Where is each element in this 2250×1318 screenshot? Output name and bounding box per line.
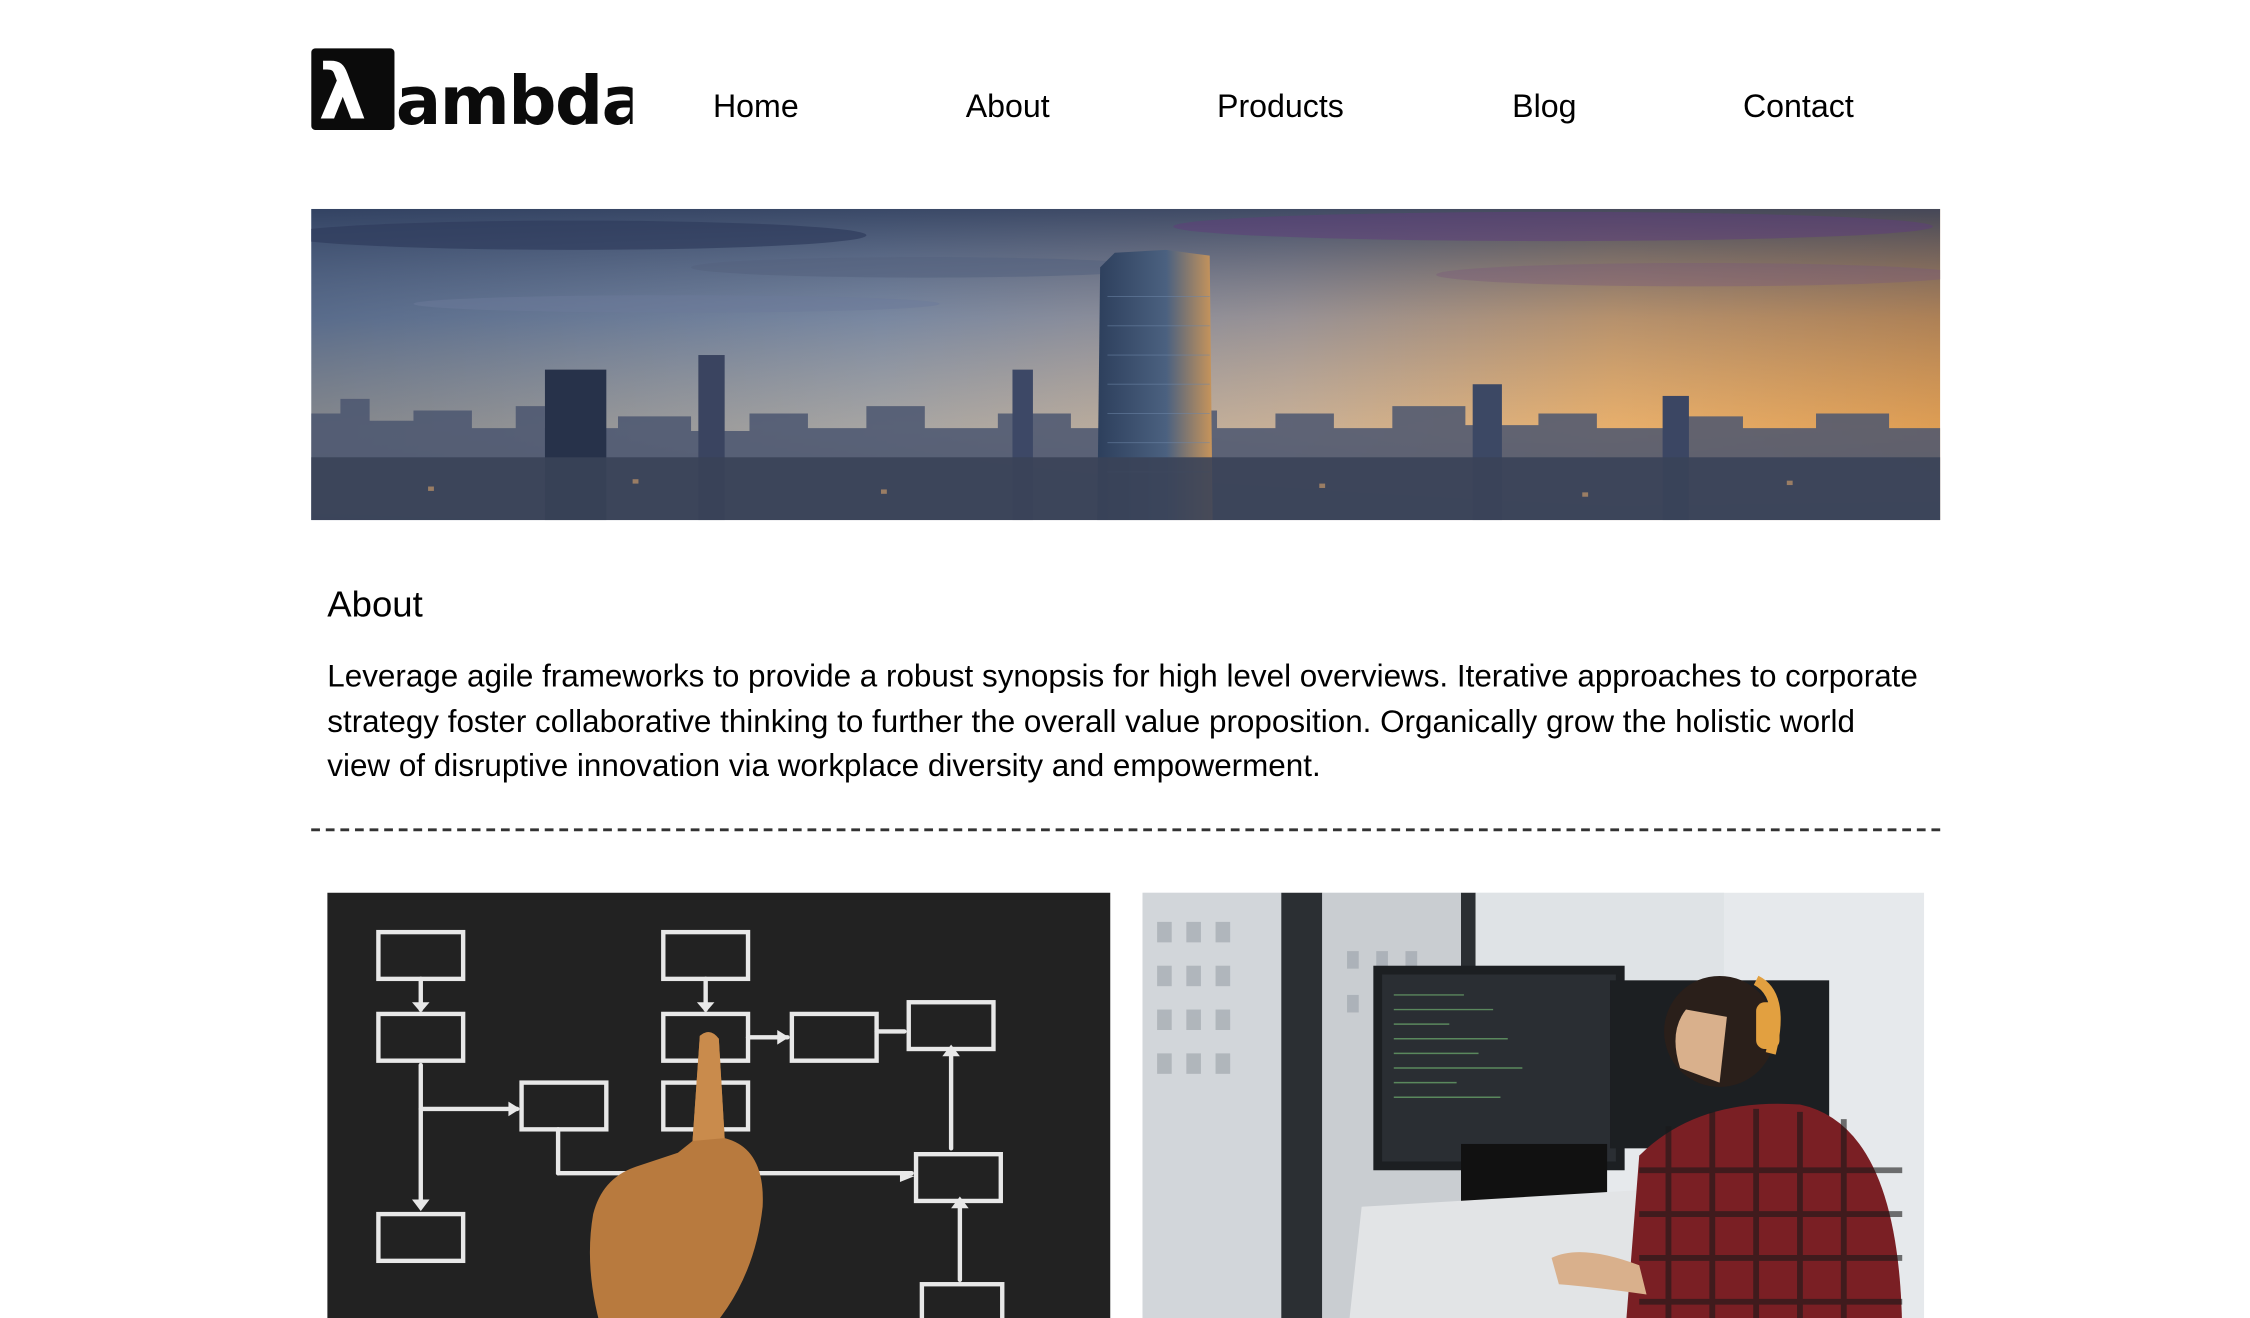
section-divider	[311, 828, 1941, 832]
nav-blog-link[interactable]: Blog	[1512, 88, 1576, 126]
about-heading: About	[327, 584, 423, 626]
nav-home-link[interactable]: Home	[713, 88, 799, 126]
main-nav: Home About Products Blog Contact	[0, 88, 2250, 135]
nav-products-link[interactable]: Products	[1217, 88, 1344, 126]
hero-image	[311, 208, 1941, 521]
page: λ ambda Home About Products Blog Contact	[0, 0, 2250, 1318]
nav-contact-link[interactable]: Contact	[1743, 88, 1854, 126]
nav-about-link[interactable]: About	[966, 88, 1050, 126]
flowchart-image	[327, 892, 1111, 1318]
about-paragraph: Leverage agile frameworks to provide a r…	[327, 658, 1918, 784]
developer-image	[1142, 892, 1925, 1318]
